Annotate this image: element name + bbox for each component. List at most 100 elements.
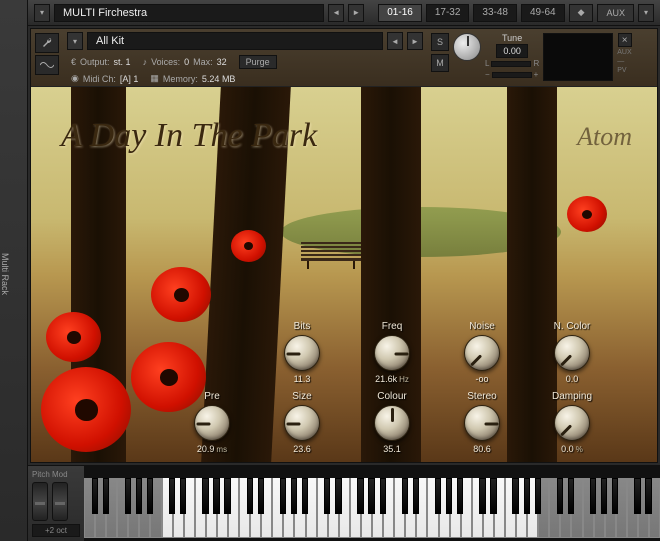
voices-icon: ♪ <box>143 57 148 67</box>
tune-knob[interactable] <box>453 33 481 61</box>
midi-value[interactable]: [A] 1 <box>120 74 139 84</box>
close-button[interactable]: × <box>618 33 632 47</box>
black-key[interactable] <box>435 478 441 514</box>
aux-dropdown[interactable]: ▾ <box>638 4 654 22</box>
black-key[interactable] <box>457 478 463 514</box>
black-key[interactable] <box>202 478 208 514</box>
knob-value: 35.1 <box>383 444 401 454</box>
page-49-64[interactable]: 49-64 <box>521 4 565 22</box>
knob-dial[interactable] <box>464 405 500 441</box>
poppy-decoration <box>151 267 211 322</box>
black-key[interactable] <box>169 478 175 514</box>
black-key[interactable] <box>213 478 219 514</box>
vol-max: + <box>534 70 539 79</box>
knob-value: 80.6 <box>473 444 491 454</box>
black-key[interactable] <box>612 478 618 514</box>
knob-dial[interactable] <box>374 405 410 441</box>
instrument-header: ▾ All Kit ◄ ► € Output: st. 1 ♪ V <box>31 29 657 87</box>
mod-wheel[interactable] <box>52 482 68 521</box>
knob-dial[interactable] <box>464 335 500 371</box>
black-key[interactable] <box>479 478 485 514</box>
black-key[interactable] <box>224 478 230 514</box>
multi-dropdown-arrow[interactable]: ▾ <box>34 4 50 22</box>
black-key[interactable] <box>380 478 386 514</box>
page-33-48[interactable]: 33-48 <box>473 4 517 22</box>
black-key[interactable] <box>147 478 153 514</box>
multi-name[interactable]: MULTI Firchestra <box>54 4 324 22</box>
instrument-panel: ▾ All Kit ◄ ► € Output: st. 1 ♪ V <box>30 28 658 463</box>
prev-kit-button[interactable]: ◄ <box>387 32 403 50</box>
page-01-16[interactable]: 01-16 <box>378 4 422 22</box>
memory-label: Memory: <box>163 74 198 84</box>
output-value[interactable]: st. 1 <box>114 57 131 67</box>
tune-value[interactable]: 0.00 <box>496 44 528 58</box>
black-key[interactable] <box>103 478 109 514</box>
knob-label: Damping <box>552 391 592 402</box>
black-key[interactable] <box>302 478 308 514</box>
knob-label: Noise <box>469 321 495 332</box>
black-key[interactable] <box>92 478 98 514</box>
black-key[interactable] <box>125 478 131 514</box>
prev-multi-button[interactable]: ◄ <box>328 4 344 22</box>
memory-icon: ▦ <box>150 73 159 84</box>
knob-label: Bits <box>294 321 311 332</box>
knob-dial[interactable] <box>554 335 590 371</box>
black-key[interactable] <box>645 478 651 514</box>
next-kit-button[interactable]: ► <box>407 32 423 50</box>
wrench-button[interactable] <box>35 33 59 53</box>
knob-size: Size23.6 <box>271 391 333 454</box>
black-key[interactable] <box>601 478 607 514</box>
black-key[interactable] <box>335 478 341 514</box>
kontakt-icon[interactable]: ◆ <box>569 4 594 22</box>
knob-value: 23.6 <box>293 444 311 454</box>
voices-label: Voices: <box>151 57 180 67</box>
knob-dial[interactable] <box>374 335 410 371</box>
black-key[interactable] <box>557 478 563 514</box>
aux-button[interactable]: AUX <box>597 4 634 22</box>
black-key[interactable] <box>524 478 530 514</box>
black-key[interactable] <box>291 478 297 514</box>
page-17-32[interactable]: 17-32 <box>426 4 470 22</box>
minimize-icon[interactable]: — <box>617 58 631 65</box>
black-key[interactable] <box>590 478 596 514</box>
black-key[interactable] <box>357 478 363 514</box>
solo-button[interactable]: S <box>431 33 449 51</box>
pan-slider[interactable] <box>491 61 531 67</box>
aux-tag[interactable]: AUX <box>617 49 631 56</box>
black-key[interactable] <box>568 478 574 514</box>
black-key[interactable] <box>535 478 541 514</box>
vol-min: − <box>485 70 490 79</box>
black-key[interactable] <box>402 478 408 514</box>
mute-button[interactable]: M <box>431 54 449 72</box>
pv-tag[interactable]: PV <box>617 67 631 74</box>
kit-name[interactable]: All Kit <box>87 32 383 50</box>
max-value[interactable]: 32 <box>217 57 227 67</box>
knob-dial[interactable] <box>284 405 320 441</box>
black-key[interactable] <box>634 478 640 514</box>
knob-freq: Freq21.6kHz <box>361 321 423 384</box>
next-multi-button[interactable]: ► <box>348 4 364 22</box>
black-key[interactable] <box>280 478 286 514</box>
black-key[interactable] <box>413 478 419 514</box>
knob-dial[interactable] <box>194 405 230 441</box>
black-key[interactable] <box>368 478 374 514</box>
octave-indicator[interactable]: +2 oct <box>32 524 80 537</box>
black-key[interactable] <box>324 478 330 514</box>
pitch-wheel[interactable] <box>32 482 48 521</box>
pan-r-label: R <box>533 59 539 68</box>
memory-value: 5.24 MB <box>202 74 236 84</box>
black-key[interactable] <box>258 478 264 514</box>
black-key[interactable] <box>512 478 518 514</box>
kit-dropdown-arrow[interactable]: ▾ <box>67 32 83 50</box>
purge-button[interactable]: Purge <box>239 55 277 69</box>
black-key[interactable] <box>446 478 452 514</box>
black-key[interactable] <box>180 478 186 514</box>
midi-label: Midi Ch: <box>83 74 116 84</box>
knob-dial[interactable] <box>554 405 590 441</box>
waveform-button[interactable] <box>35 55 59 75</box>
black-key[interactable] <box>490 478 496 514</box>
black-key[interactable] <box>247 478 253 514</box>
volume-slider[interactable] <box>492 72 532 78</box>
black-key[interactable] <box>136 478 142 514</box>
knob-dial[interactable] <box>284 335 320 371</box>
